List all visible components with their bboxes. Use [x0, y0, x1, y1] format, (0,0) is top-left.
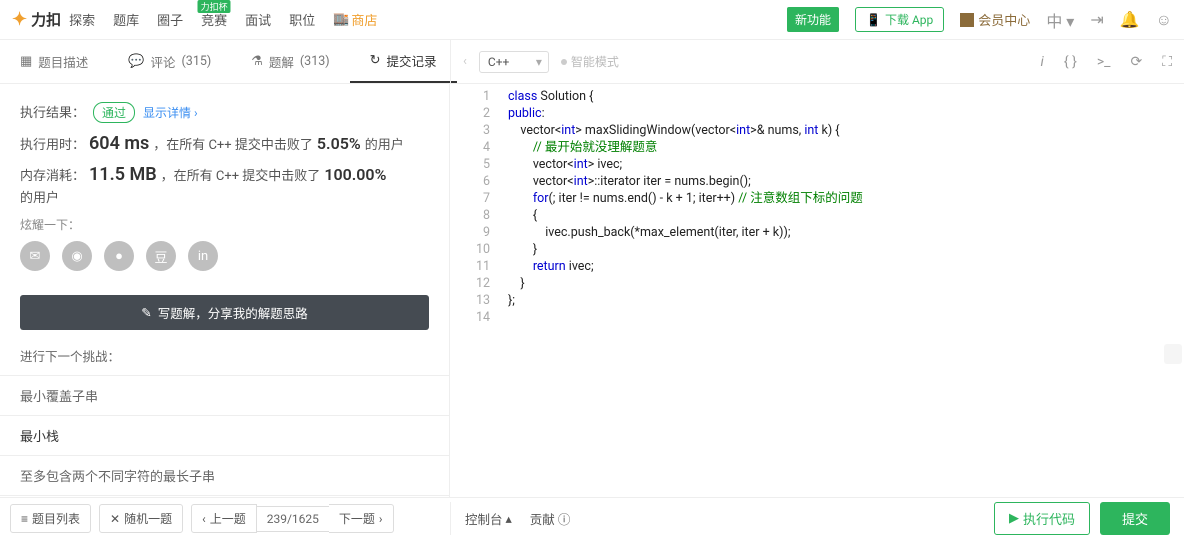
- code-editor[interactable]: 1234567891011121314 class Solution {publ…: [450, 84, 1184, 497]
- show-detail-link[interactable]: 显示详情 ›: [143, 104, 198, 121]
- share-wechat-icon[interactable]: ✉: [20, 241, 50, 271]
- memory-label: 内存消耗：: [20, 165, 85, 184]
- member-icon: [960, 13, 974, 27]
- nav-jobs[interactable]: 职位: [289, 10, 315, 29]
- chevron-right-icon: ›: [379, 512, 383, 526]
- bell-icon[interactable]: 🔔: [1120, 10, 1140, 29]
- nav-problems[interactable]: 题库: [113, 10, 139, 29]
- bottom-bar: ≡题目列表 ✕随机一题 ‹上一题 239/1625 下一题› 控制台 ▴ 贡献 …: [0, 497, 1184, 539]
- editor-toolbar-right: i { } >_ ⟳ ⛶: [1041, 54, 1172, 70]
- share-label: 炫耀一下：: [20, 216, 429, 233]
- problem-list-button[interactable]: ≡题目列表: [10, 504, 91, 533]
- tab-discuss[interactable]: 💬评论(315): [108, 40, 231, 83]
- nav-store[interactable]: 🏬 商店: [333, 10, 377, 29]
- editor-overview-ruler: [1164, 344, 1182, 364]
- share-weibo-icon[interactable]: ◉: [62, 241, 92, 271]
- contest-badge: 力扣杯: [198, 0, 231, 13]
- download-app-button[interactable]: 📱 下载 App: [855, 7, 944, 32]
- result-block: 执行结果： 通过 显示详情 › 执行用时： 604 ms ，在所有 C++ 提交…: [0, 84, 449, 295]
- share-qq-icon[interactable]: ●: [104, 241, 134, 271]
- download-app-label: 下载 App: [885, 11, 933, 28]
- comment-icon: 💬: [128, 54, 144, 69]
- pen-icon: ✎: [141, 305, 151, 321]
- nav-contest[interactable]: 力扣杯 竞赛: [201, 10, 227, 29]
- reset-icon[interactable]: ⟳: [1130, 54, 1142, 70]
- chevron-up-icon: ▴: [506, 511, 512, 527]
- share-icons: ✉ ◉ ● 豆 in: [20, 241, 429, 271]
- code-area[interactable]: class Solution {public: vector<int> maxS…: [496, 84, 1184, 497]
- share-douban-icon[interactable]: 豆: [146, 241, 176, 271]
- editor-toolbar: ‹ C++ 智能模式 i { } >_ ⟳ ⛶: [450, 40, 1184, 83]
- line-gutter: 1234567891011121314: [450, 84, 496, 497]
- nav-explore[interactable]: 探索: [69, 10, 95, 29]
- member-label: 会员中心: [978, 10, 1030, 29]
- brand-logo[interactable]: ✦ 力扣: [12, 9, 61, 30]
- next-challenge-label: 进行下一个挑战：: [0, 346, 449, 375]
- nav-circle[interactable]: 圈子: [157, 10, 183, 29]
- contribute-link[interactable]: 贡献 ⓘ: [530, 509, 571, 528]
- challenge-item[interactable]: 至多包含两个不同字符的最长子串: [0, 455, 449, 495]
- braces-icon[interactable]: { }: [1064, 54, 1077, 70]
- tab-solution[interactable]: ⚗题解(313): [231, 40, 349, 83]
- phone-icon: 📱: [866, 13, 881, 27]
- nav-interview[interactable]: 面试: [245, 10, 271, 29]
- console-toggle[interactable]: 控制台 ▴: [465, 509, 512, 528]
- challenge-list: 最小覆盖子串 最小栈 至多包含两个不同字符的最长子串 粉刷房子 II: [0, 375, 449, 497]
- nav-contest-label: 竞赛: [201, 14, 227, 29]
- play-icon: ▶: [1009, 511, 1019, 526]
- tab-submissions[interactable]: ↻提交记录: [350, 40, 457, 83]
- prev-problem-button[interactable]: ‹上一题: [191, 504, 257, 533]
- chevron-left-icon: ‹: [202, 512, 206, 526]
- doc-icon: ▦: [20, 54, 32, 69]
- challenge-item[interactable]: 最小栈: [0, 415, 449, 455]
- brand-name: 力扣: [31, 9, 61, 30]
- runtime-value: 604 ms: [89, 133, 149, 154]
- fullscreen-icon[interactable]: ⛶: [1162, 54, 1172, 70]
- submit-button[interactable]: 提交: [1100, 502, 1170, 535]
- pager-text: 239/1625: [257, 506, 329, 532]
- bottom-left: ≡题目列表 ✕随机一题 ‹上一题 239/1625 下一题›: [0, 504, 450, 533]
- member-center-link[interactable]: 会员中心: [960, 10, 1030, 29]
- language-switch[interactable]: 中 ▾: [1046, 8, 1074, 32]
- new-feature-badge[interactable]: 新功能: [787, 7, 839, 32]
- next-problem-button[interactable]: 下一题›: [329, 504, 394, 533]
- bottom-right: 控制台 ▴ 贡献 ⓘ ▶执行代码 提交: [450, 502, 1184, 535]
- top-nav: ✦ 力扣 探索 题库 圈子 力扣杯 竞赛 面试 职位 🏬 商店 新功能 📱 下载…: [0, 0, 1184, 40]
- nav-store-label: 商店: [351, 10, 377, 29]
- topnav-right: 新功能 📱 下载 App 会员中心 中 ▾ ⇥ 🔔 ☺: [787, 7, 1172, 32]
- run-code-button[interactable]: ▶执行代码: [994, 502, 1090, 535]
- memory-value: 11.5 MB: [89, 164, 157, 185]
- write-solution-button[interactable]: ✎ 写题解，分享我的解题思路: [20, 295, 429, 330]
- main: 执行结果： 通过 显示详情 › 执行用时： 604 ms ，在所有 C++ 提交…: [0, 84, 1184, 497]
- tab-description[interactable]: ▦题目描述: [0, 40, 108, 83]
- info-icon: ⓘ: [558, 513, 571, 528]
- smart-mode-toggle[interactable]: 智能模式: [561, 53, 619, 70]
- list-icon: ≡: [21, 512, 28, 526]
- left-pane[interactable]: 执行结果： 通过 显示详情 › 执行用时： 604 ms ，在所有 C++ 提交…: [0, 84, 450, 497]
- nav-items: 探索 题库 圈子 力扣杯 竞赛 面试 职位 🏬 商店: [69, 10, 377, 29]
- status-badge: 通过: [93, 102, 135, 123]
- pager-group: ‹上一题 239/1625 下一题›: [191, 504, 393, 533]
- share-linkedin-icon[interactable]: in: [188, 241, 218, 271]
- random-problem-button[interactable]: ✕随机一题: [99, 504, 183, 533]
- avatar-icon[interactable]: ☺: [1156, 10, 1172, 30]
- logo-icon: ✦: [12, 9, 27, 30]
- store-icon: 🏬: [333, 12, 349, 27]
- flask-icon: ⚗: [251, 54, 263, 69]
- runtime-label: 执行用时：: [20, 134, 85, 153]
- language-select[interactable]: C++: [479, 51, 549, 73]
- runtime-percentile: 5.05%: [317, 134, 361, 153]
- login-icon[interactable]: ⇥: [1090, 10, 1103, 29]
- memory-percentile: 100.00%: [324, 165, 386, 184]
- result-label: 执行结果：: [20, 102, 85, 121]
- challenge-item[interactable]: 粉刷房子 II: [0, 495, 449, 497]
- problem-tabs: ▦题目描述 💬评论(315) ⚗题解(313) ↻提交记录: [0, 40, 450, 83]
- challenge-item[interactable]: 最小覆盖子串: [0, 375, 449, 415]
- info-icon[interactable]: i: [1041, 54, 1044, 70]
- history-icon: ↻: [370, 53, 381, 68]
- tabs-row: ▦题目描述 💬评论(315) ⚗题解(313) ↻提交记录 ‹ C++ 智能模式…: [0, 40, 1184, 84]
- terminal-icon[interactable]: >_: [1097, 54, 1111, 70]
- shuffle-icon: ✕: [110, 512, 120, 526]
